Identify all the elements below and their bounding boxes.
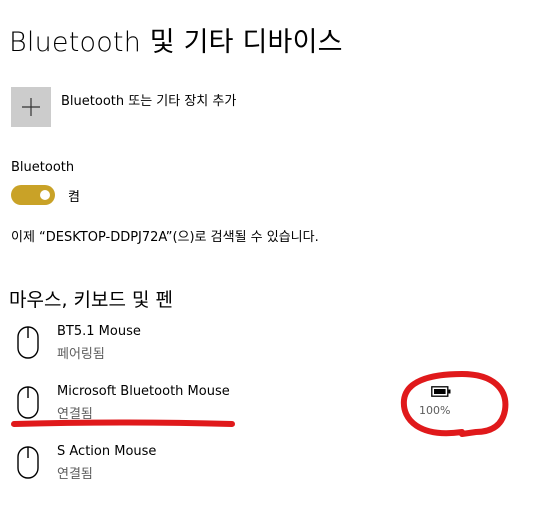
- device-status: 연결됨: [57, 467, 93, 482]
- device-name: S Action Mouse: [57, 444, 157, 459]
- bluetooth-toggle-row: 켬: [11, 185, 80, 205]
- bluetooth-toggle[interactable]: [11, 185, 55, 205]
- section-title: 마우스, 키보드 및 펜: [9, 289, 173, 311]
- device-item-bt51-mouse[interactable]: BT5.1 Mouse 페어링됨: [16, 324, 516, 368]
- plus-icon: [22, 98, 40, 116]
- battery-level: 100%: [419, 404, 451, 417]
- page-title: Bluetooth 및 기타 디바이스: [9, 27, 343, 58]
- mouse-icon: [17, 446, 39, 479]
- add-device-label[interactable]: Bluetooth 또는 기타 장치 추가: [61, 90, 236, 109]
- toggle-knob: [40, 190, 50, 200]
- bluetooth-label: Bluetooth: [11, 160, 75, 175]
- mouse-icon: [17, 326, 39, 359]
- device-item-s-action-mouse[interactable]: S Action Mouse 연결됨: [16, 444, 516, 488]
- discoverable-message: 이제 “DESKTOP-DDPJ72A”(으)로 검색될 수 있습니다.: [11, 230, 319, 245]
- bluetooth-state-label: 켬: [68, 189, 80, 205]
- battery-indicator: 100%: [418, 386, 458, 420]
- device-name: Microsoft Bluetooth Mouse: [57, 384, 230, 399]
- add-device-tile[interactable]: [11, 87, 51, 127]
- mouse-icon: [17, 386, 39, 419]
- battery-icon: [431, 386, 451, 397]
- device-name: BT5.1 Mouse: [57, 324, 141, 339]
- device-status: 페어링됨: [57, 347, 105, 362]
- add-device-button[interactable]: Bluetooth 또는 기타 장치 추가: [11, 87, 236, 127]
- device-status: 연결됨: [57, 407, 93, 422]
